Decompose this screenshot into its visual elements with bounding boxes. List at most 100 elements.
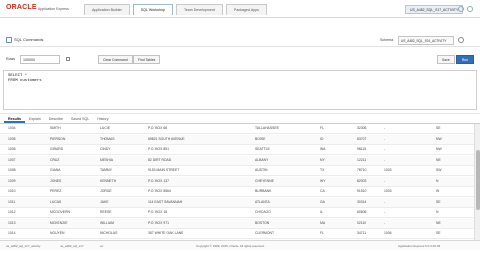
table-cell: 60606 (357, 210, 367, 214)
table-cell: 1013 (8, 220, 16, 225)
sql-editor[interactable]: SELECT * FROM customers (3, 70, 477, 110)
table-cell: MCGOVERN (50, 210, 70, 214)
table-cell: NGUYEN (50, 231, 65, 235)
help-icon[interactable] (458, 6, 464, 12)
table-cell: CLERMONT (255, 231, 275, 235)
tab-application-builder[interactable]: Application Builder (84, 4, 130, 15)
table-cell: P.O. BOX 971 (148, 220, 170, 225)
table-row: 1006 GIRARD CINDY P.O. BOX 851 SEATTLE WA 9811… (0, 145, 474, 155)
autocommit-checkbox[interactable] (66, 57, 70, 61)
table-cell: GIRARD (50, 147, 64, 151)
table-cell: BOSTON (255, 220, 270, 225)
table-cell: GIANA (50, 168, 61, 172)
table-cell: 1011 (8, 199, 16, 204)
table-cell: 83707 (357, 136, 367, 141)
table-cell: 1012 (8, 210, 16, 214)
user-menu[interactable]: US_A482_SQL_S17_ACTIVITY (405, 5, 464, 14)
table-row: 1008 GIANA TAMMY 9153 MAIN STREET AUSTIN TX 78… (0, 166, 474, 176)
footer-user: us_a482_sql_s17_activity (6, 244, 41, 248)
run-button[interactable]: Run (456, 55, 474, 64)
command-toolbar: Rows 100000 Clear Command Find Tables Sa… (0, 52, 480, 68)
tab-explain[interactable]: Explain (25, 114, 45, 123)
table-cell: FL (320, 126, 324, 130)
table-cell: 91510 (357, 189, 367, 193)
table-cell: GA (320, 199, 325, 204)
table-cell: - (384, 126, 386, 130)
table-cell: TX (320, 168, 325, 172)
results-grid: 1004 SMITH LUCIE P.O. BOX 66 TALLAHASSEE FL 32… (0, 124, 474, 240)
table-row: 1009 JONES KENNETH P.O. BOX 137 CHEYENNE WY 82… (0, 176, 474, 187)
table-cell: LUCAS (50, 199, 62, 204)
table-cell: 1006 (384, 231, 392, 235)
table-cell: 1005 (8, 136, 16, 141)
table-cell: FL (320, 231, 324, 235)
tab-saved-sql[interactable]: Saved SQL (67, 114, 93, 123)
table-cell: TALLAHASSEE (255, 126, 279, 130)
table-cell: BURBANK (255, 189, 272, 193)
footer-copyright: Copyright © 1999, 2015, Oracle. All righ… (196, 244, 265, 248)
table-cell: THOMAS (100, 136, 115, 141)
table-cell: IL (320, 210, 323, 214)
table-cell: - (384, 147, 386, 151)
table-cell: JORGE (100, 189, 112, 193)
table-cell: REESE (100, 210, 112, 214)
table-cell: 1003 (384, 189, 392, 193)
table-cell: NICHOLAS (100, 231, 118, 235)
find-tables-button[interactable]: Find Tables (133, 55, 161, 64)
table-cell: JONES (50, 178, 62, 183)
table-cell: - (384, 210, 386, 214)
clear-command-button[interactable]: Clear Command (98, 55, 133, 64)
table-row: 1014 NGUYEN NICHOLAS 357 WHITE OAK LANE CLER… (0, 229, 474, 239)
rows-input[interactable]: 100000 (20, 55, 60, 64)
table-cell: 1009 (8, 178, 16, 183)
account-icon[interactable] (467, 6, 473, 12)
table-cell: - (384, 157, 386, 162)
footer-version: Application Express 5.0.3.00.03 (398, 244, 441, 248)
table-cell: P.O. BOX 137 (148, 178, 170, 183)
rows-label: Rows (6, 57, 15, 61)
table-cell: - (384, 136, 386, 141)
table-cell: - (384, 199, 386, 204)
bottom-strip (0, 250, 480, 270)
save-button[interactable]: Save (437, 55, 455, 64)
footer: us_a482_sql_s17_activity us_a482_sql_s17… (0, 240, 480, 250)
footer-workspace: us_a482_sql_s17 (60, 244, 84, 248)
tab-history[interactable]: History (93, 114, 112, 123)
gear-icon[interactable] (458, 37, 464, 43)
table-cell: 114 EAST SAVANNAH (148, 199, 183, 204)
table-cell: 32306 (357, 126, 367, 130)
table-cell: 02110 (357, 220, 367, 225)
table-cell: 78710 (357, 168, 367, 172)
table-cell: 1008 (8, 168, 16, 172)
table-cell: SMITH (50, 126, 61, 130)
table-cell: MESHIA (100, 157, 113, 162)
breadcrumb-bar: SQL Commands Schema US_A482_SQL_S01_ACTI… (0, 34, 480, 47)
tab-describe[interactable]: Describe (45, 114, 67, 123)
table-cell: P.O. BOX 18 (148, 210, 168, 214)
table-cell: SEATTLE (255, 147, 270, 151)
schema-select[interactable]: US_A482_SQL_S01_ACTIVITY (398, 36, 454, 45)
table-cell: N (436, 210, 439, 214)
tab-team-development[interactable]: Team Development (175, 4, 223, 15)
table-cell: 1003 (384, 168, 392, 172)
tab-packaged-apps[interactable]: Packaged Apps (225, 4, 267, 15)
table-cell: P.O. BOX 66 (148, 126, 168, 130)
table-cell: N (436, 178, 439, 183)
table-cell: W (436, 189, 440, 193)
breadcrumb[interactable]: SQL Commands (14, 37, 43, 42)
results-scrollbar[interactable] (474, 124, 480, 240)
table-cell: BOISE (255, 136, 266, 141)
scrollbar-thumb[interactable] (476, 150, 480, 210)
table-cell: NE (436, 157, 441, 162)
table-cell: ID (320, 136, 324, 141)
tab-sql-workshop[interactable]: SQL Workshop (132, 4, 173, 15)
table-cell: 82003 (357, 178, 367, 183)
table-cell: PIERSON (50, 136, 66, 141)
table-row: 1007 CRUZ MESHIA 82 DIRT ROAD ALBANY NY 12211 -… (0, 155, 474, 166)
table-cell: NE (436, 220, 441, 225)
table-cell: 1010 (8, 189, 16, 193)
footer-language: en (100, 244, 104, 248)
table-row: 1011 LUCAS JAKE 114 EAST SAVANNAH ATLANTA GA 3… (0, 197, 474, 208)
tab-results[interactable]: Results (4, 114, 25, 123)
table-cell: PEREZ (50, 189, 62, 193)
